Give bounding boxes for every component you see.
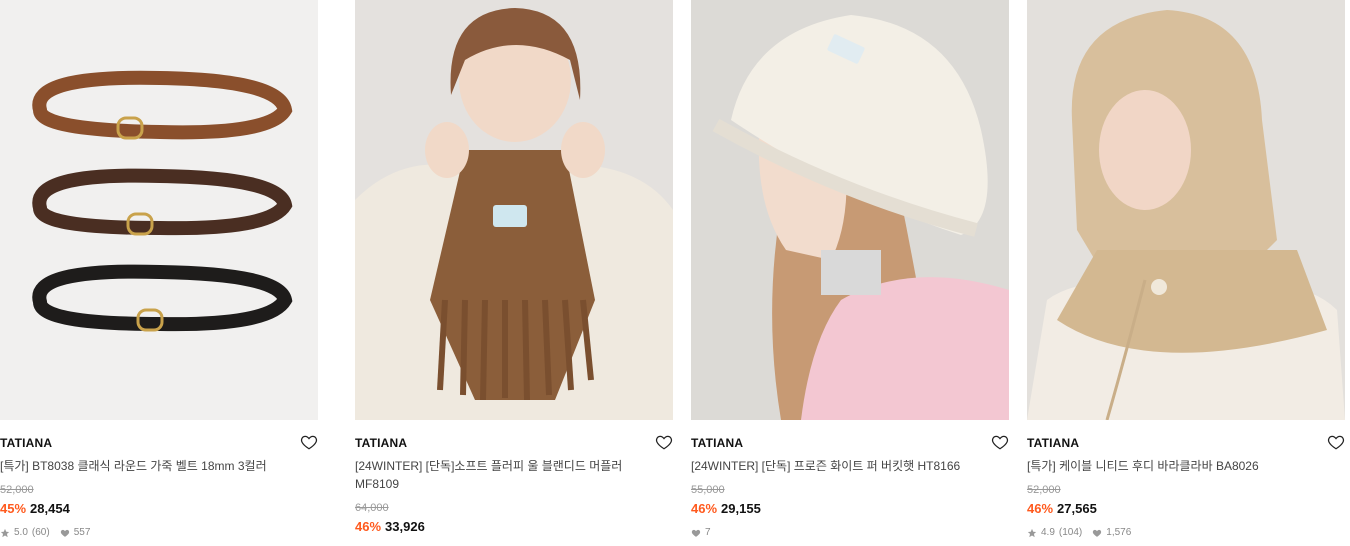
discount-rate: 46% — [1027, 501, 1054, 516]
product-title[interactable]: [특가] 케이블 니티드 후디 바라클라바 BA8026 — [1027, 457, 1327, 475]
like-count: 1,576 — [1106, 527, 1132, 538]
wishlist-heart-icon[interactable] — [991, 433, 1009, 451]
product-image-bucket-hat[interactable] — [691, 0, 1009, 420]
price-row: 45% 28,454 — [0, 500, 318, 518]
brand-name[interactable]: TATIANA — [691, 435, 1009, 451]
price-row: 46% 27,565 — [1027, 500, 1345, 518]
discount-rate: 46% — [355, 519, 382, 534]
review-count: (104) — [1058, 527, 1083, 538]
heart-filled-icon — [691, 529, 701, 537]
sale-price: 27,565 — [1057, 501, 1097, 516]
product-title[interactable]: [특가] BT8038 클래식 라운드 가죽 벨트 18mm 3컬러 — [0, 457, 300, 475]
discount-rate: 46% — [691, 501, 718, 516]
product-title[interactable]: [24WINTER] [단독]소프트 플러피 울 블랜디드 머플러 MF8109 — [355, 457, 655, 493]
product-card[interactable]: TATIANA [특가] BT8038 클래식 라운드 가죽 벨트 18mm 3… — [0, 0, 318, 540]
rating: 4.9 — [1041, 527, 1055, 538]
product-stats: 5.0 (60) 557 — [0, 526, 318, 540]
sale-price: 33,926 — [385, 519, 425, 534]
wishlist-heart-icon[interactable] — [300, 433, 318, 451]
like-count: 557 — [73, 527, 91, 538]
wishlist-heart-icon[interactable] — [655, 433, 673, 451]
rating: 5.0 — [14, 527, 28, 538]
like-count: 7 — [705, 527, 711, 538]
product-stats: 4.9 (104) 1,576 — [1027, 526, 1345, 540]
wishlist-heart-icon[interactable] — [1327, 433, 1345, 451]
brand-name[interactable]: TATIANA — [355, 435, 673, 451]
product-card[interactable]: TATIANA [24WINTER] [단독]소프트 플러피 울 블랜디드 머플… — [355, 0, 673, 536]
product-image-balaclava[interactable] — [1027, 0, 1345, 420]
star-icon — [0, 528, 10, 538]
discount-rate: 45% — [0, 501, 27, 516]
brand-name[interactable]: TATIANA — [1027, 435, 1345, 451]
product-stats: 7 — [691, 526, 1009, 540]
original-price: 55,000 — [691, 484, 725, 496]
original-price: 52,000 — [1027, 484, 1061, 496]
product-image-belts[interactable] — [0, 0, 318, 420]
brand-name[interactable]: TATIANA — [0, 435, 318, 451]
price-row: 46% 29,155 — [691, 500, 1009, 518]
star-icon — [1027, 528, 1037, 538]
review-count: (60) — [31, 527, 50, 538]
product-image-scarf[interactable] — [355, 0, 673, 420]
product-card[interactable]: TATIANA [24WINTER] [단독] 프로즌 화이트 퍼 버킷햇 HT… — [691, 0, 1009, 540]
product-title[interactable]: [24WINTER] [단독] 프로즌 화이트 퍼 버킷햇 HT8166 — [691, 457, 991, 475]
heart-filled-icon — [1093, 529, 1102, 537]
sale-price: 29,155 — [721, 501, 761, 516]
original-price: 52,000 — [0, 484, 34, 496]
product-card[interactable]: TATIANA [특가] 케이블 니티드 후디 바라클라바 BA8026 52,… — [1027, 0, 1345, 540]
sale-price: 28,454 — [30, 501, 70, 516]
heart-filled-icon — [60, 529, 69, 537]
original-price: 64,000 — [355, 502, 389, 514]
price-row: 46% 33,926 — [355, 518, 673, 536]
